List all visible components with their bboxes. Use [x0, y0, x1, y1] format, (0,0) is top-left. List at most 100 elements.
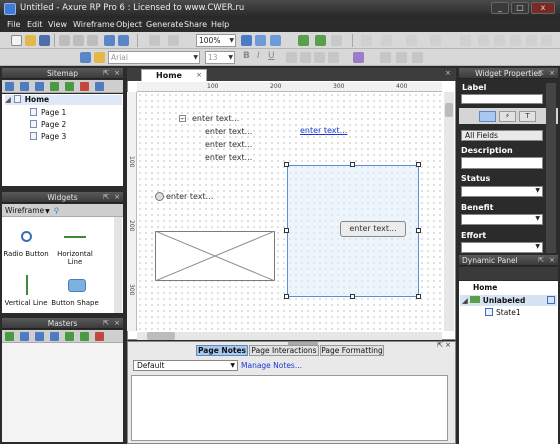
format-painter-icon[interactable] [80, 52, 91, 63]
tab-page-formatting[interactable]: Page Formatting [320, 345, 384, 356]
dynamic-tree-item-unlabeled[interactable]: ◢ Unlabeled [462, 296, 525, 306]
line-style-icon[interactable] [430, 35, 441, 46]
description-input[interactable] [461, 157, 543, 169]
select-pointer-icon[interactable] [241, 35, 252, 46]
tree-child-text[interactable]: enter text... [205, 140, 252, 149]
minimize-button[interactable]: _ [491, 2, 509, 14]
redo-icon[interactable] [118, 35, 129, 46]
menu-help[interactable]: Help [211, 19, 229, 30]
sitemap-item-page1[interactable]: Page 1 [30, 108, 66, 118]
text-align-left-icon[interactable] [300, 52, 311, 63]
cut-icon[interactable] [59, 35, 70, 46]
text-align-center-icon[interactable] [314, 52, 325, 63]
resize-handle[interactable] [284, 294, 289, 299]
panel-visibility-icon[interactable] [547, 296, 555, 304]
scroll-thumb[interactable] [147, 332, 175, 340]
widget-library-select[interactable]: Wireframe [5, 206, 44, 215]
align-icon[interactable] [331, 35, 342, 46]
menu-share[interactable]: Share [184, 19, 207, 30]
ungroup-icon[interactable] [168, 35, 179, 46]
pin-icon[interactable]: ⇱ [538, 68, 544, 79]
button-shape-widget[interactable]: enter text... [340, 221, 406, 237]
indent-icon[interactable] [65, 332, 74, 341]
crop-icon[interactable] [270, 35, 281, 46]
menu-generate[interactable]: Generate [146, 19, 183, 30]
search-icon[interactable]: ⚲ [54, 206, 60, 215]
annotations-tab-icon[interactable] [479, 111, 496, 122]
text-align-right-icon[interactable] [328, 52, 339, 63]
resize-handle[interactable] [284, 162, 289, 167]
pin-icon[interactable]: ⇱ [103, 192, 109, 203]
connector-icon[interactable] [255, 35, 266, 46]
close-icon[interactable]: ⇱ × [437, 341, 451, 349]
send-back-icon[interactable] [315, 35, 326, 46]
add-master-icon[interactable] [5, 332, 14, 341]
add-folder-icon[interactable] [20, 332, 29, 341]
tab-page-interactions[interactable]: Page Interactions [249, 345, 319, 356]
new-icon[interactable] [11, 35, 22, 46]
align-center-icon[interactable] [526, 35, 537, 46]
move-down-icon[interactable] [35, 82, 44, 91]
scroll-thumb[interactable] [445, 103, 453, 117]
resize-handle[interactable] [416, 228, 421, 233]
move-up-icon[interactable] [35, 332, 44, 341]
tab-home[interactable]: Home × [141, 69, 207, 81]
horizontal-line-widget-icon[interactable] [64, 236, 86, 238]
move-up-icon[interactable] [20, 82, 29, 91]
text-bottom-icon[interactable] [412, 52, 423, 63]
tree-node-text[interactable]: enter text... [192, 114, 239, 123]
notes-field-set-select[interactable]: Default ▼ [133, 360, 238, 371]
properties-scrollbar[interactable] [546, 83, 556, 253]
outdent-icon[interactable] [80, 332, 89, 341]
vertical-line-widget-icon[interactable] [26, 275, 28, 295]
undo-icon[interactable] [104, 35, 115, 46]
align-right-icon[interactable] [541, 35, 552, 46]
indent-icon[interactable] [50, 82, 59, 91]
bullet-list-icon[interactable] [286, 52, 297, 63]
add-page-icon[interactable] [5, 82, 14, 91]
interactions-tab-icon[interactable]: ⚡ [499, 111, 516, 122]
underline-icon[interactable]: U [268, 51, 275, 61]
delete-master-icon[interactable] [95, 332, 104, 341]
menu-object[interactable]: Object [116, 19, 142, 30]
resize-handle[interactable] [350, 294, 355, 299]
move-down-icon[interactable] [50, 332, 59, 341]
hyperlink-widget[interactable]: enter text... [300, 126, 347, 135]
wireframe-canvas[interactable]: − enter text... enter text... enter text… [137, 92, 442, 331]
italic-icon[interactable]: I [257, 51, 260, 61]
manage-notes-link[interactable]: Manage Notes... [241, 361, 302, 370]
dynamic-tree-item-home[interactable]: Home [473, 283, 497, 293]
group-icon[interactable] [149, 35, 160, 46]
canvas-horizontal-scrollbar[interactable] [137, 332, 442, 340]
font-size-select[interactable]: 13 ▼ [205, 51, 235, 64]
resize-handle[interactable] [416, 162, 421, 167]
effort-select[interactable]: ▼ [461, 242, 543, 253]
distribute-v-icon[interactable] [494, 35, 505, 46]
tree-child-text[interactable]: enter text... [205, 127, 252, 136]
sitemap-options-icon[interactable] [95, 82, 104, 91]
menu-file[interactable]: File [7, 19, 20, 30]
resize-handle[interactable] [284, 228, 289, 233]
outdent-icon[interactable] [65, 82, 74, 91]
sitemap-item-page3[interactable]: Page 3 [30, 132, 66, 142]
fill-color-icon[interactable] [361, 35, 372, 46]
close-icon[interactable]: × [549, 68, 555, 79]
font-family-select[interactable]: Arial ▼ [108, 51, 200, 64]
close-icon[interactable]: × [114, 318, 120, 329]
maximize-button[interactable]: □ [511, 2, 529, 14]
bold-icon[interactable]: B [243, 51, 250, 61]
delete-page-icon[interactable] [80, 82, 89, 91]
pin-icon[interactable]: ⇱ [103, 68, 109, 79]
tree-collapse-icon[interactable]: − [179, 115, 186, 122]
tab-page-notes[interactable]: Page Notes [196, 345, 248, 356]
formatting-tab-icon[interactable]: T [519, 111, 536, 122]
radio-button-widget[interactable] [155, 192, 164, 201]
sitemap-item-page2[interactable]: Page 2 [30, 120, 66, 130]
radio-button-text[interactable]: enter text... [166, 192, 213, 201]
save-icon[interactable] [39, 35, 50, 46]
resize-handle[interactable] [416, 294, 421, 299]
pin-icon[interactable]: ⇱ [103, 318, 109, 329]
distribute-h-icon[interactable] [478, 35, 489, 46]
text-top-icon[interactable] [380, 52, 391, 63]
menu-edit[interactable]: Edit [27, 19, 43, 30]
